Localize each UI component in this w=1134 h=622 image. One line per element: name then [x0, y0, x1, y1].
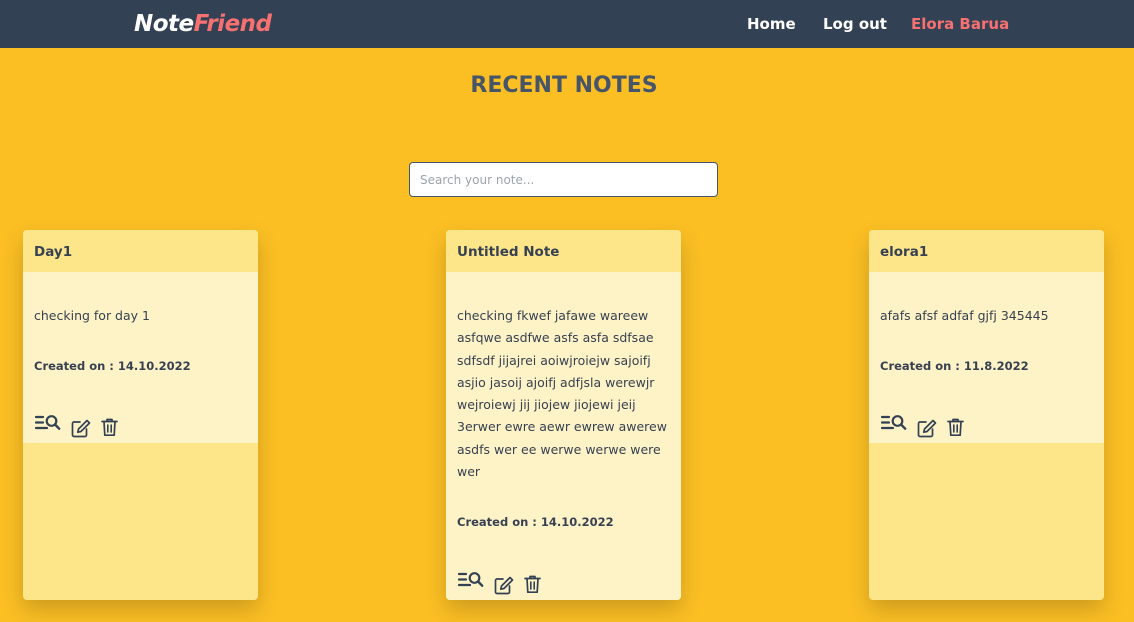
trash-icon[interactable] [947, 418, 964, 437]
note-created-date: Created on : 14.10.2022 [34, 358, 247, 374]
note-title: elora1 [869, 230, 1104, 272]
note-title: Untitled Note [446, 230, 681, 272]
note-card: elora1 afafs afsf adfaf gjfj 345445 Crea… [869, 230, 1104, 600]
note-title: Day1 [23, 230, 258, 272]
brand-part-friend: Friend [193, 11, 272, 37]
brand-logo[interactable]: NoteFriend [134, 10, 272, 38]
note-created-date: Created on : 11.8.2022 [880, 358, 1093, 374]
created-label: Created on : [457, 515, 541, 530]
nav-user-name[interactable]: Elora Barua [911, 14, 1009, 34]
created-value: 14.10.2022 [540, 515, 614, 530]
note-created-date: Created on : 14.10.2022 [457, 514, 670, 530]
brand-part-note: Note [134, 11, 194, 37]
note-content: afafs afsf adfaf gjfj 345445 [880, 308, 1049, 323]
edit-icon[interactable] [494, 576, 514, 595]
created-value: 14.10.2022 [117, 359, 191, 374]
nav-home-link[interactable]: Home [747, 14, 796, 34]
view-note-icon[interactable] [35, 414, 61, 432]
created-value: 11.8.2022 [963, 359, 1029, 374]
created-label: Created on : [880, 359, 964, 374]
navbar: NoteFriend Home Log out Elora Barua [0, 0, 1134, 48]
search-input[interactable] [409, 162, 718, 197]
view-note-icon[interactable] [881, 414, 907, 432]
note-body: checking fkwef jafawe wareew asfqwe asdf… [446, 272, 681, 600]
edit-icon[interactable] [917, 419, 937, 438]
nav-logout-link[interactable]: Log out [823, 14, 887, 34]
note-card: Day1 checking for day 1 Created on : 14.… [23, 230, 258, 600]
note-card: Untitled Note checking fkwef jafawe ware… [446, 230, 681, 600]
note-content: checking for day 1 [34, 308, 150, 323]
page-title: RECENT NOTES [470, 73, 658, 98]
trash-icon[interactable] [101, 418, 118, 437]
trash-icon[interactable] [524, 575, 541, 594]
view-note-icon[interactable] [458, 571, 484, 589]
note-content: checking fkwef jafawe wareew asfqwe asdf… [457, 308, 667, 480]
edit-icon[interactable] [71, 419, 91, 438]
created-label: Created on : [34, 359, 118, 374]
